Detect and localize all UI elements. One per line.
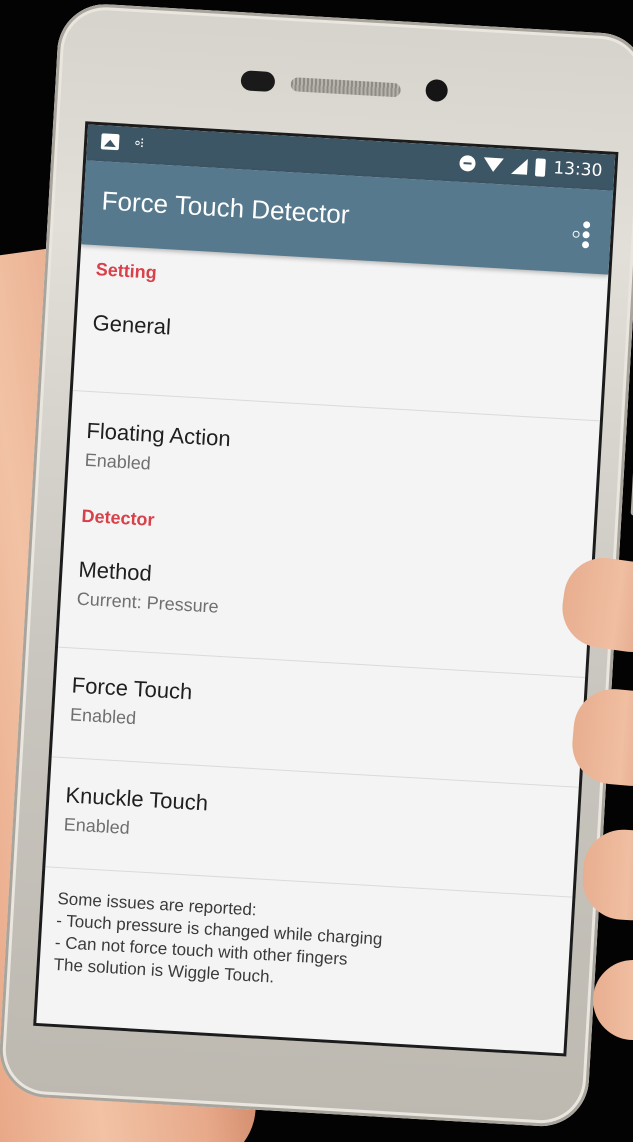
- screen: ∘⁝ 13:30 Force Touch Detector Setting Ge…: [33, 121, 619, 1057]
- pref-general-title: General: [92, 310, 172, 340]
- photo-scene: ∘⁝ 13:30 Force Touch Detector Setting Ge…: [0, 0, 633, 1142]
- phone: ∘⁝ 13:30 Force Touch Detector Setting Ge…: [0, 1, 633, 1142]
- app-title: Force Touch Detector: [100, 185, 351, 230]
- wifi-icon: [483, 157, 504, 173]
- do-not-disturb-icon: [459, 154, 476, 172]
- battery-icon: [534, 158, 546, 177]
- image-notification-icon: [100, 133, 120, 151]
- status-time: 13:30: [552, 158, 603, 182]
- app-notification-icon: ∘⁝: [132, 135, 143, 152]
- proximity-sensor: [240, 70, 276, 93]
- overflow-menu-icon[interactable]: [570, 218, 596, 249]
- cell-signal-icon: [510, 157, 528, 175]
